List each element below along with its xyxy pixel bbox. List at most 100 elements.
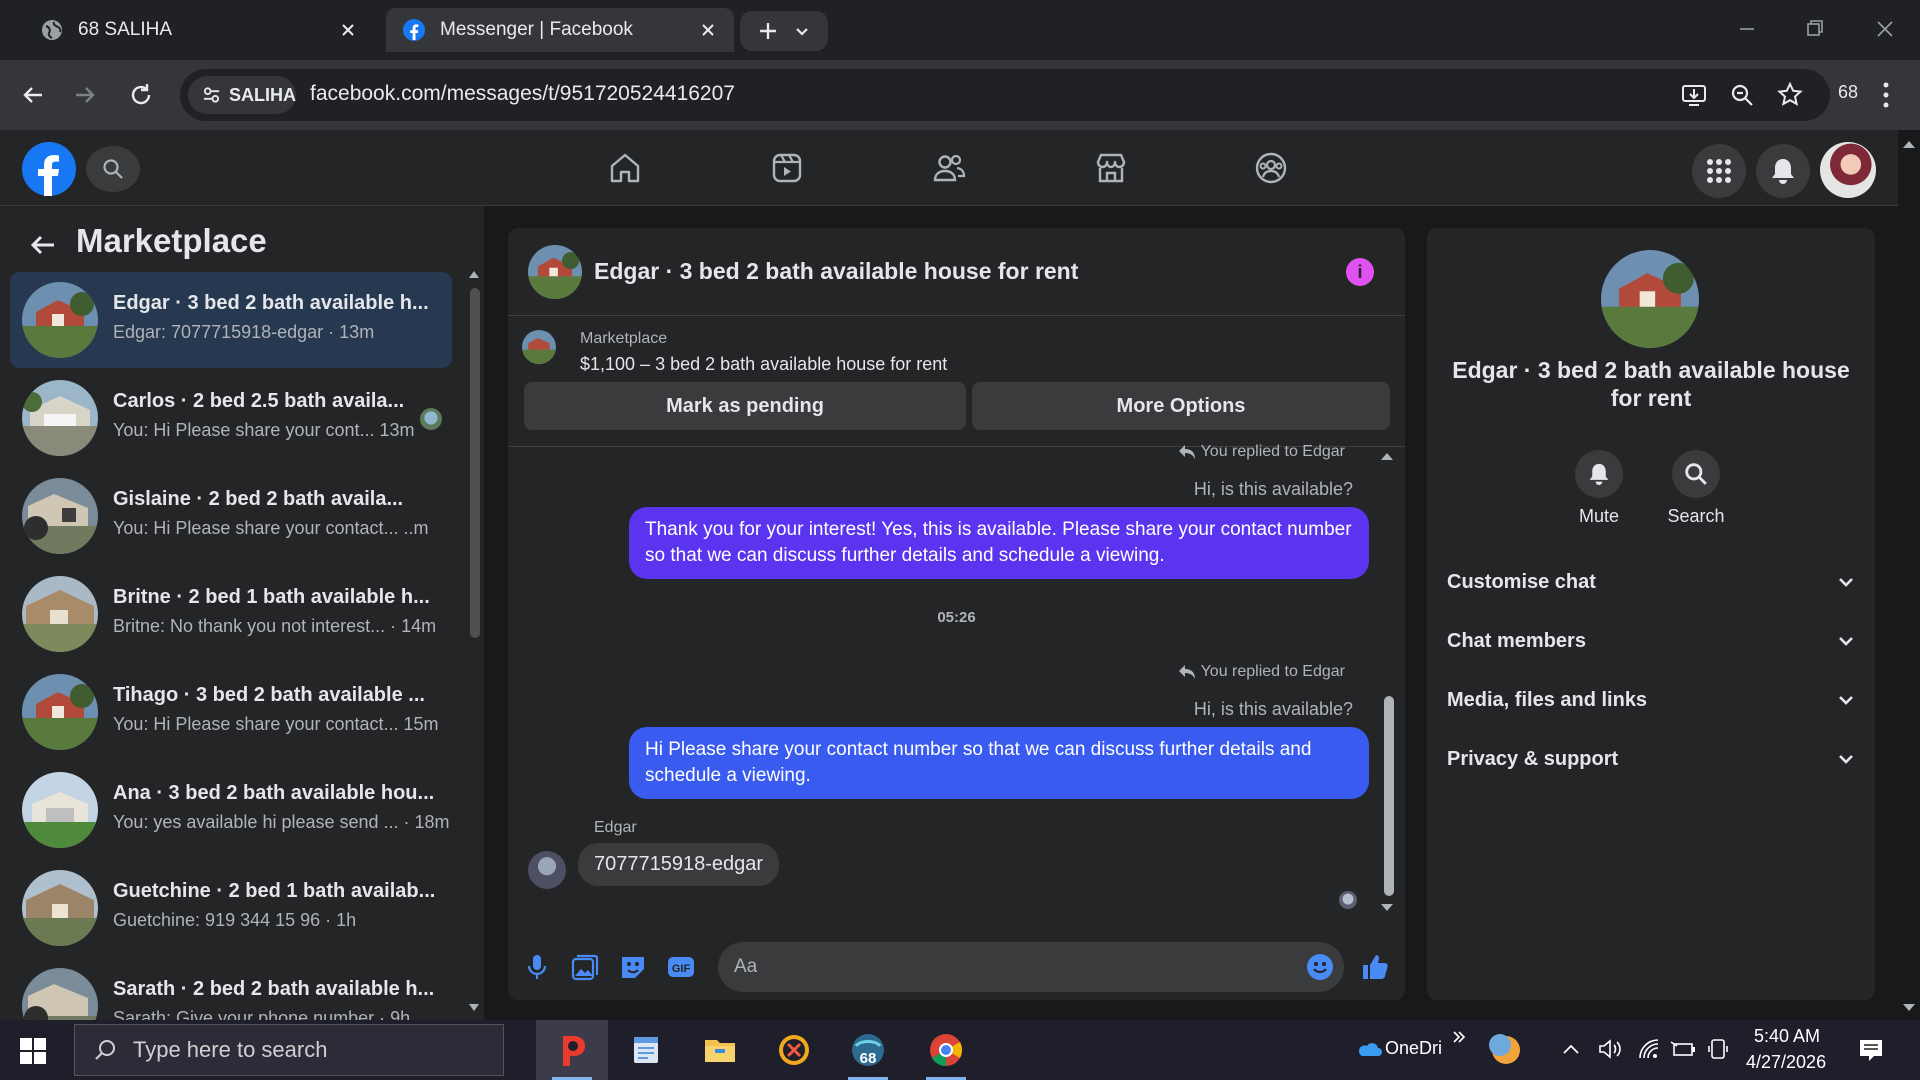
conversation-name: Sarath · 2 bed 2 bath available h... [113,978,435,1000]
chat-members-section[interactable]: Chat members [1447,621,1855,661]
more-options-button[interactable]: More Options [972,382,1390,430]
taskbar-app-chrome[interactable] [910,1020,982,1080]
message-input[interactable]: Aa [718,942,1344,992]
volume-icon[interactable] [1598,1038,1622,1060]
home-icon[interactable] [607,150,643,186]
close-tab-icon[interactable] [698,20,718,40]
reload-icon[interactable] [126,80,156,110]
site-chip-label: SALIHA [229,84,296,105]
show-hidden-icons-icon[interactable] [1562,1042,1580,1056]
device-icon[interactable] [1708,1038,1728,1060]
video-icon[interactable] [769,150,805,186]
back-arrow-icon[interactable] [28,230,58,260]
address-bar[interactable]: SALIHA facebook.com/messages/t/951720524… [180,69,1830,121]
double-chevron-icon[interactable] [1452,1030,1466,1044]
zoom-icon[interactable] [1728,81,1756,109]
profile-button[interactable]: 68 [1838,82,1858,103]
taskbar-app-notepad[interactable] [610,1020,682,1080]
taskbar-app-pinned[interactable] [536,1020,608,1080]
wifi-icon[interactable] [1638,1038,1660,1060]
clock-time[interactable]: 5:40 AM [1754,1026,1820,1047]
chat-avatar[interactable] [528,245,582,299]
page-scrollbar[interactable] [1898,130,1920,1020]
listing-label: Marketplace [580,330,668,347]
conversation-item[interactable]: Edgar · 3 bed 2 bath available h... Edga… [10,272,452,368]
customise-chat-section[interactable]: Customise chat [1447,562,1855,602]
section-label: Privacy & support [1447,747,1619,770]
conversation-avatar[interactable] [1601,250,1699,348]
new-tab-icon[interactable] [757,20,779,42]
reply-note-text: You replied to Edgar [1200,663,1345,680]
incoming-message[interactable]: 7077715918-edgar [578,843,780,886]
facebook-search-button[interactable] [86,146,140,192]
url-text[interactable]: facebook.com/messages/t/951720524416207 [310,82,735,106]
close-tab-icon[interactable] [338,20,358,40]
clock-date[interactable]: 4/27/2026 [1746,1052,1826,1073]
account-avatar[interactable] [1820,142,1876,198]
groups-icon[interactable] [1253,150,1289,186]
gif-icon[interactable]: GIF [666,952,696,982]
emoji-icon[interactable] [1306,953,1334,981]
notifications-center-icon[interactable] [1858,1038,1884,1062]
sender-avatar[interactable] [528,851,566,889]
conversation-item[interactable]: Britne · 2 bed 1 bath available h... Bri… [10,566,452,662]
conversation-item[interactable]: Sarath · 2 bed 2 bath available h... Sar… [10,958,452,1020]
quoted-message[interactable]: Hi, is this available? [1194,479,1353,500]
weather-moon-icon[interactable] [1488,1032,1524,1068]
app-logo-icon [563,1036,585,1066]
menu-button[interactable] [1692,144,1746,198]
battery-icon[interactable] [1670,1040,1696,1058]
svg-text:GIF: GIF [672,963,691,975]
marketplace-icon[interactable] [1093,150,1129,186]
outgoing-message[interactable]: Hi Please share your contact number so t… [629,727,1369,799]
close-window-icon[interactable] [1870,14,1900,44]
search-icon [1685,463,1707,485]
browser-tab-messenger[interactable]: Messenger | Facebook [386,8,734,52]
bookmark-star-icon[interactable] [1776,81,1804,109]
tab-title: 68 SALIHA [78,19,172,40]
onedrive-cloud-icon[interactable] [1356,1038,1382,1058]
restore-icon[interactable] [1800,14,1830,44]
reply-icon [1178,665,1195,679]
browser-tab-saliha[interactable]: 68 SALIHA [24,8,374,52]
chevron-down-icon [1839,578,1853,587]
chat-title[interactable]: Edgar · 3 bed 2 bath available house for… [594,258,1078,285]
forward-icon[interactable] [70,80,100,110]
mark-pending-button[interactable]: Mark as pending [524,382,966,430]
privacy-support-section[interactable]: Privacy & support [1447,739,1855,779]
taskbar-app-browser-profile[interactable]: 68 [832,1020,904,1080]
search-in-conversation-button[interactable]: Search [1656,450,1736,527]
photo-icon[interactable] [570,952,600,982]
outgoing-message[interactable]: Thank you for your interest! Yes, this i… [629,507,1369,579]
conversation-item[interactable]: Gislaine · 2 bed 2 bath availa... You: H… [10,468,452,564]
minimize-icon[interactable] [1732,14,1762,44]
conversation-item[interactable]: Tihago · 3 bed 2 bath available ... You:… [10,664,452,760]
sticker-icon[interactable] [618,952,648,982]
browser-menu-icon[interactable] [1876,78,1896,112]
conversation-item[interactable]: Carlos · 2 bed 2.5 bath availa... You: H… [10,370,452,466]
notifications-button[interactable] [1756,144,1810,198]
conversation-item[interactable]: Guetchine · 2 bed 1 bath availab... Guet… [10,860,452,956]
back-icon[interactable] [18,80,48,110]
chat-scroll-thumb[interactable] [1384,696,1394,896]
sidebar-scroll-thumb[interactable] [470,288,480,638]
conversation-item[interactable]: Ana · 3 bed 2 bath available hou... You:… [10,762,452,858]
chevron-down-icon [1839,755,1853,764]
site-info-chip[interactable]: SALIHA [188,76,296,114]
onedrive-label[interactable]: OneDri [1385,1038,1442,1059]
like-thumb-icon[interactable] [1360,952,1390,982]
taskbar-search[interactable]: Type here to search [74,1024,504,1076]
taskbar-app-file-explorer[interactable] [684,1020,756,1080]
quoted-message[interactable]: Hi, is this available? [1194,699,1353,720]
mute-button[interactable]: Mute [1559,450,1639,527]
windows-start-icon[interactable] [20,1038,46,1064]
install-app-icon[interactable] [1680,81,1708,109]
friends-icon[interactable] [931,150,967,186]
taskbar-app-x[interactable] [758,1020,830,1080]
tab-search-chevron-icon[interactable] [793,22,811,40]
media-files-links-section[interactable]: Media, files and links [1447,680,1855,720]
facebook-logo[interactable] [22,142,76,196]
conversation-preview: Edgar: 7077715918-edgar · 13m [113,322,375,342]
info-icon[interactable]: i [1346,258,1374,286]
microphone-icon[interactable] [522,952,552,982]
